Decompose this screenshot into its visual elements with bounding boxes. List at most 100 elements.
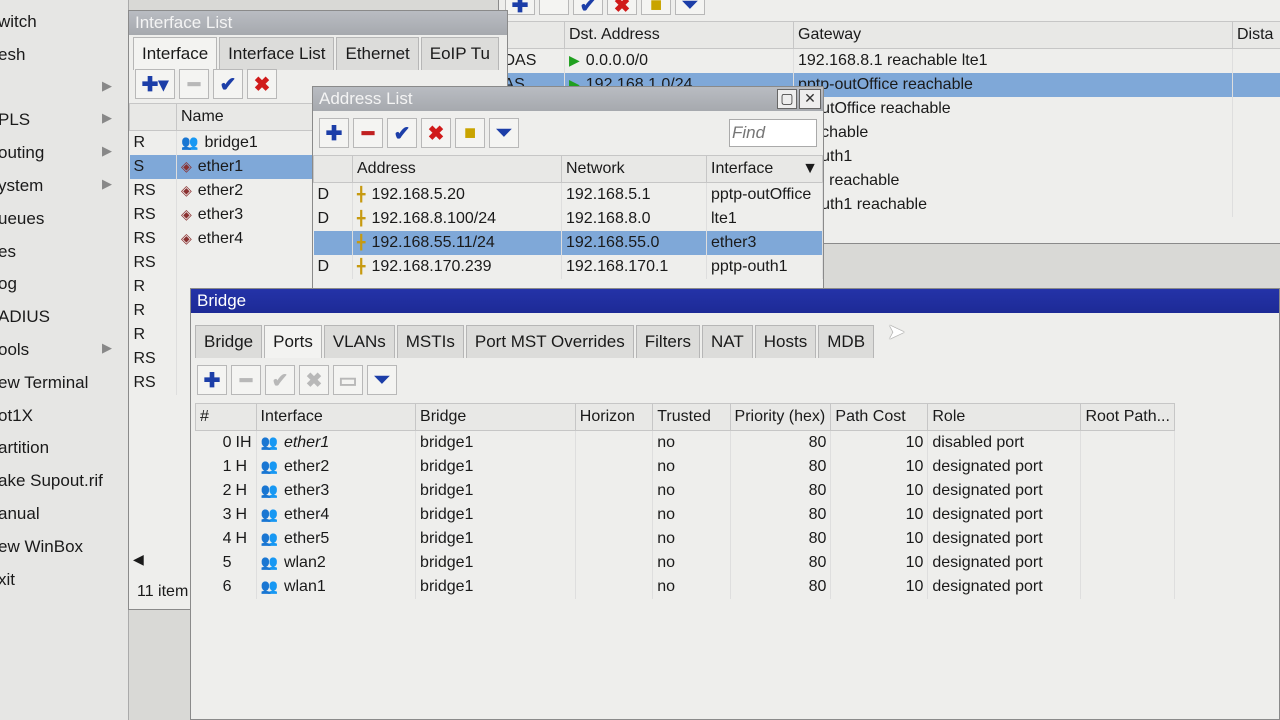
col-dst-address[interactable]: Dst. Address: [564, 21, 794, 49]
comment-button[interactable]: ■: [455, 118, 485, 148]
menu-item[interactable]: ew Terminal: [0, 373, 88, 393]
table-row[interactable]: 1 H 👥 ether2 bridge1 no 80 10 designated port: [195, 455, 1175, 479]
remove-button[interactable]: ━: [231, 365, 261, 395]
address-table: Address Network Interface ▼ D ╋ 192.168.5.2…: [313, 155, 823, 279]
disable-button[interactable]: ✖: [247, 69, 277, 99]
tab-ports[interactable]: Ports: [264, 325, 322, 358]
tab-vlans[interactable]: VLANs: [323, 325, 395, 358]
comment-button[interactable]: ▭: [333, 365, 363, 395]
enable-button[interactable]: ✔: [213, 69, 243, 99]
window-title[interactable]: Interface List: [129, 11, 507, 35]
remove-button[interactable]: ━: [179, 69, 209, 99]
menu-item[interactable]: outing ▶: [0, 143, 112, 163]
row-flag: IH: [235, 434, 252, 451]
col-distance[interactable]: Dista: [1232, 21, 1280, 49]
menu-item[interactable]: es: [0, 242, 16, 262]
flag-cell: RS: [129, 371, 177, 395]
menu-item[interactable]: anual: [0, 504, 40, 524]
tab-mdb[interactable]: MDB: [818, 325, 875, 358]
row-flag: H: [235, 482, 248, 499]
find-input[interactable]: [729, 119, 817, 147]
tab-bridge[interactable]: Bridge: [195, 325, 263, 358]
table-row[interactable]: D ╋ 192.168.8.100/24 192.168.8.0 lte1: [313, 207, 823, 231]
col-header[interactable]: Trusted: [652, 403, 731, 431]
enable-button[interactable]: ✔: [573, 0, 603, 17]
tab-2[interactable]: Ethernet: [336, 37, 419, 70]
table-row[interactable]: D ╋ 192.168.170.239 192.168.170.1 pptp-outh1: [313, 255, 823, 279]
column-dropdown-icon[interactable]: ▼: [802, 160, 818, 178]
add-button[interactable]: ✚: [197, 365, 227, 395]
filter-button[interactable]: ⏷: [675, 0, 705, 16]
priority-cell: 80: [730, 527, 832, 551]
disable-button[interactable]: ✖: [299, 365, 329, 395]
tab-filters[interactable]: Filters: [635, 325, 701, 358]
menu-item[interactable]: ake Supout.rif: [0, 471, 103, 491]
enable-button[interactable]: ✔: [265, 365, 295, 395]
menu-item[interactable]: witch: [0, 12, 37, 32]
col-interface[interactable]: Interface ▼: [706, 155, 823, 183]
table-row[interactable]: 0 IH 👥 ether1 bridge1 no 80 10 disabled port: [195, 430, 1175, 455]
menu-item[interactable]: ueues: [0, 209, 44, 229]
tab-0[interactable]: Interface: [133, 37, 218, 70]
menu-item[interactable]: PLS ▶: [0, 110, 112, 130]
tab-nat[interactable]: NAT: [702, 325, 753, 358]
remove-button[interactable]: [539, 0, 569, 15]
add-dropdown-button[interactable]: ✚▾: [135, 69, 175, 99]
tab-1[interactable]: Interface List: [219, 37, 335, 70]
table-row[interactable]: 2 H 👥 ether3 bridge1 no 80 10 designated port: [195, 479, 1175, 503]
menu-item[interactable]: ew WinBox: [0, 537, 83, 557]
disable-button[interactable]: ✖: [607, 0, 637, 17]
col-flag: [129, 103, 177, 131]
flag-cell: R: [129, 130, 177, 155]
maximize-button[interactable]: ▢: [777, 89, 797, 109]
table-row[interactable]: 6 👥 wlan1 bridge1 no 80 10 designated port: [195, 575, 1175, 599]
bridge-ports-table: # Interface Bridge Horizon Trusted Priority (…: [195, 403, 1175, 599]
col-header[interactable]: Interface: [255, 403, 417, 431]
add-button[interactable]: ✚: [319, 118, 349, 148]
table-row[interactable]: DAS ▶ 0.0.0.0/0 192.168.8.1 reachable lte1: [499, 48, 1280, 73]
col-header[interactable]: #: [195, 403, 257, 431]
col-header[interactable]: Path Cost: [830, 403, 929, 431]
tab-port-mst-overrides[interactable]: Port MST Overrides: [465, 325, 634, 358]
tab-mstis[interactable]: MSTIs: [396, 325, 464, 358]
table-row[interactable]: 4 H 👥 ether5 bridge1 no 80 10 designated port: [195, 527, 1175, 551]
window-title[interactable]: Bridge: [191, 289, 1279, 313]
tab-hosts[interactable]: Hosts: [754, 325, 817, 358]
flag-cell: RS: [129, 227, 177, 251]
menu-item[interactable]: ADIUS: [0, 307, 50, 327]
tab-3[interactable]: EoIP Tu: [420, 37, 499, 70]
table-row[interactable]: 5 👥 wlan2 bridge1 no 80 10 designated port: [195, 551, 1175, 575]
menu-item[interactable]: artition: [0, 438, 49, 458]
enable-button[interactable]: ✔: [387, 118, 417, 148]
col-address[interactable]: Address: [352, 155, 562, 183]
col-header[interactable]: Role: [927, 403, 1082, 431]
menu-item[interactable]: og: [0, 274, 17, 294]
col-gateway[interactable]: Gateway: [793, 21, 1233, 49]
col-header[interactable]: Bridge: [415, 403, 576, 431]
scroll-left-arrow[interactable]: ◀: [133, 551, 144, 568]
interface-name: ether4: [197, 230, 244, 247]
col-header[interactable]: Horizon: [574, 403, 654, 431]
disable-button[interactable]: ✖: [421, 118, 451, 148]
remove-button[interactable]: ━: [353, 118, 383, 148]
menu-item[interactable]: ystem ▶: [0, 176, 112, 196]
col-header[interactable]: Root Path...: [1080, 403, 1175, 431]
address-cell: ╋ 192.168.55.11/24: [352, 231, 562, 255]
table-row[interactable]: D ╋ 192.168.5.20 192.168.5.1 pptp-outOffice: [313, 182, 823, 207]
window-title[interactable]: Address List ▢ ✕: [313, 87, 823, 111]
comment-button[interactable]: ■: [641, 0, 671, 16]
col-header[interactable]: Priority (hex): [729, 403, 832, 431]
table-row[interactable]: 3 H 👥 ether4 bridge1 no 80 10 designated port: [195, 503, 1175, 527]
add-button[interactable]: ✚: [505, 0, 535, 17]
col-network[interactable]: Network: [561, 155, 707, 183]
menu-item[interactable]: esh: [0, 45, 25, 65]
network-cell: 192.168.8.0: [561, 207, 707, 231]
menu-item[interactable]: ot1X: [0, 406, 33, 426]
role-cell: disabled port: [927, 430, 1082, 455]
menu-item[interactable]: ools ▶: [0, 340, 112, 360]
menu-item[interactable]: xit: [0, 570, 15, 590]
table-row[interactable]: ╋ 192.168.55.11/24 192.168.55.0 ether3: [313, 231, 823, 255]
filter-button[interactable]: ⏷: [489, 118, 519, 148]
close-button[interactable]: ✕: [799, 89, 821, 109]
filter-button[interactable]: ⏷: [367, 365, 397, 395]
